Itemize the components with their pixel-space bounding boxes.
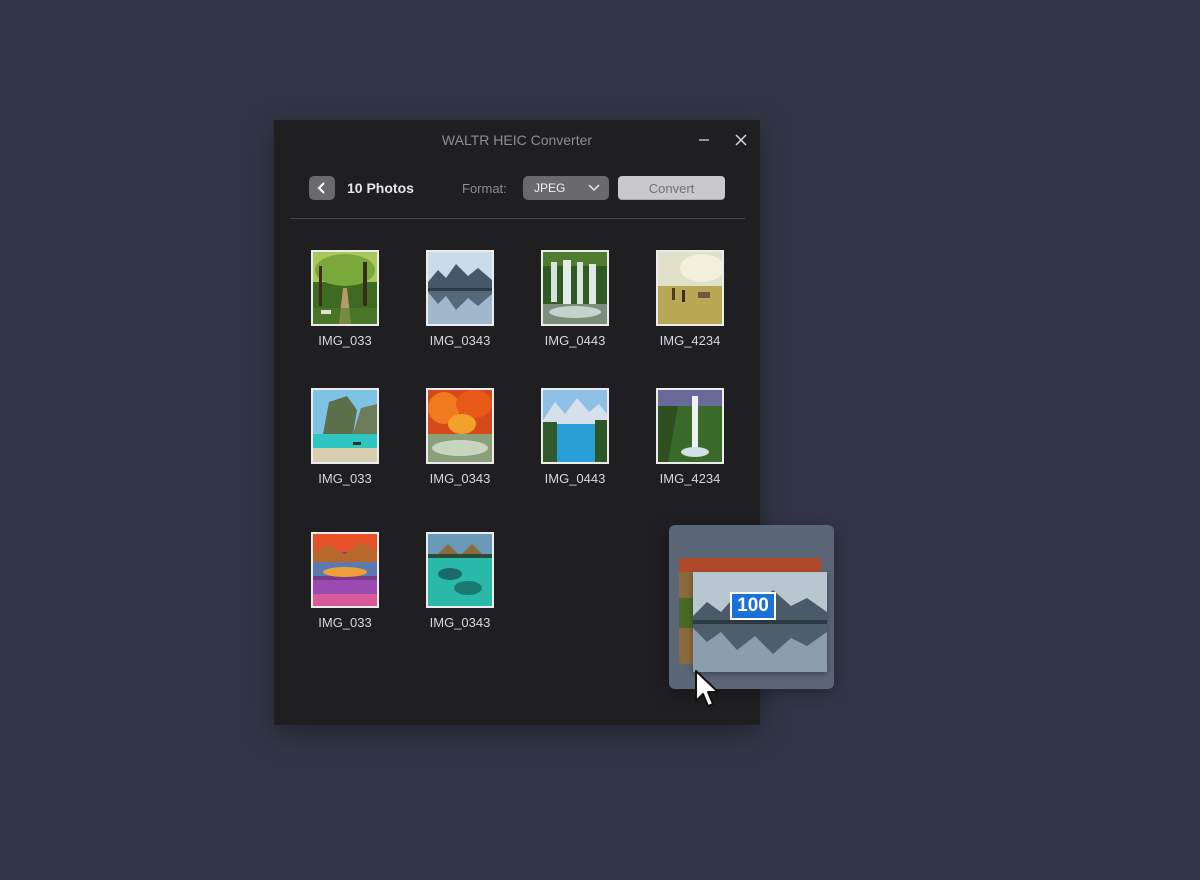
photo-tile[interactable]: IMG_4234: [635, 388, 745, 488]
desktop: WALTR HEIC Converter 10 Photos Format: J…: [0, 0, 1200, 880]
format-dropdown[interactable]: JPEG: [523, 176, 609, 200]
minimize-icon: [699, 139, 709, 141]
photo-thumbnail: [426, 532, 494, 608]
format-label: Format:: [462, 181, 507, 196]
drag-preview-photo: [693, 572, 827, 672]
photo-tile[interactable]: IMG_0443: [520, 250, 630, 350]
photo-name: IMG_033: [318, 615, 372, 630]
format-value: JPEG: [534, 181, 566, 195]
photo-tile[interactable]: IMG_033: [290, 532, 400, 632]
photo-name: IMG_0443: [544, 333, 606, 348]
photo-name: IMG_033: [318, 333, 372, 348]
photo-thumbnail: [541, 388, 609, 464]
window-title: WALTR HEIC Converter: [441, 132, 593, 148]
mouse-pointer-icon: [695, 670, 719, 707]
photo-count: 10 Photos: [347, 180, 414, 196]
photo-name: IMG_4234: [659, 333, 721, 348]
photo-thumbnail: [656, 250, 724, 326]
photo-thumbnail: [311, 532, 379, 608]
photo-name: IMG_0343: [429, 615, 491, 630]
photo-name: IMG_4234: [659, 471, 721, 486]
photo-name: IMG_0343: [429, 333, 491, 348]
photo-name: IMG_033: [318, 471, 372, 486]
drag-count-badge: 100: [730, 592, 776, 620]
divider: [290, 218, 745, 219]
photo-tile[interactable]: IMG_0343: [405, 388, 515, 488]
photo-tile[interactable]: IMG_0343: [405, 532, 515, 632]
photo-thumbnail: [311, 250, 379, 326]
photo-tile[interactable]: IMG_4234: [635, 250, 745, 350]
photo-thumbnail: [656, 388, 724, 464]
close-icon: [735, 134, 747, 146]
photo-thumbnail: [311, 388, 379, 464]
convert-button[interactable]: Convert: [618, 176, 725, 200]
drag-preview: 100: [669, 525, 834, 689]
photo-thumbnail: [426, 250, 494, 326]
photo-tile[interactable]: IMG_033: [290, 388, 400, 488]
photo-tile[interactable]: IMG_033: [290, 250, 400, 350]
chevron-left-icon: [317, 182, 325, 194]
back-button[interactable]: [309, 176, 335, 200]
close-button[interactable]: [731, 130, 751, 150]
toolbar: 10 Photos Format: JPEG Convert: [274, 175, 760, 203]
title-bar[interactable]: WALTR HEIC Converter: [274, 120, 760, 160]
photo-name: IMG_0343: [429, 471, 491, 486]
photo-tile[interactable]: IMG_0343: [405, 250, 515, 350]
photo-name: IMG_0443: [544, 471, 606, 486]
minimize-button[interactable]: [694, 130, 714, 150]
photo-thumbnail: [426, 388, 494, 464]
photo-thumbnail: [541, 250, 609, 326]
photo-tile[interactable]: IMG_0443: [520, 388, 630, 488]
chevron-down-icon: [588, 184, 600, 192]
